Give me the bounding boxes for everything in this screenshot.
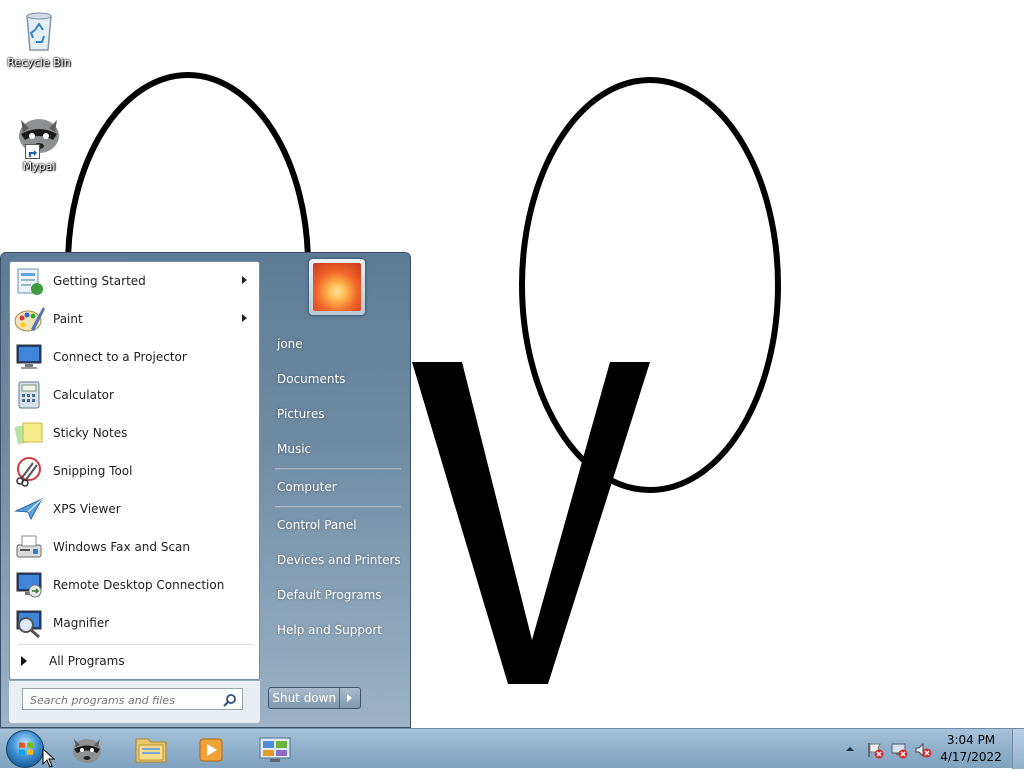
media-player-icon xyxy=(199,738,223,762)
explorer-taskbar-button[interactable] xyxy=(126,731,176,767)
start-menu: Getting Started Paint Connect to a Proje… xyxy=(0,252,411,728)
start-link-label: Default Programs xyxy=(277,588,382,602)
shortcut-arrow-icon xyxy=(25,144,40,159)
shutdown-control: Shut down xyxy=(268,687,361,709)
submenu-arrow-icon[interactable] xyxy=(242,314,247,322)
fax-scan-icon xyxy=(13,531,45,563)
start-item-snipping-tool[interactable]: Snipping Tool xyxy=(12,453,257,489)
start-item-label: XPS Viewer xyxy=(53,502,121,516)
volume-tray-icon[interactable] xyxy=(914,741,932,759)
programs-separator xyxy=(18,644,253,645)
chevron-up-icon xyxy=(846,747,854,751)
start-link-label: Devices and Printers xyxy=(277,553,401,567)
start-link-help-support[interactable]: Help and Support xyxy=(269,615,405,645)
all-programs-label: All Programs xyxy=(49,654,125,668)
sticky-notes-icon xyxy=(13,417,45,449)
show-hidden-icons-button[interactable] xyxy=(842,741,858,757)
start-item-remote-desktop[interactable]: Remote Desktop Connection xyxy=(12,567,257,603)
desktop-icon-recycle-bin[interactable]: Recycle Bin xyxy=(3,6,75,69)
desktop-icon-label: Recycle Bin xyxy=(7,56,71,69)
start-item-label: Remote Desktop Connection xyxy=(53,578,225,592)
start-link-pictures[interactable]: Pictures xyxy=(269,399,405,429)
start-link-devices-printers[interactable]: Devices and Printers xyxy=(269,545,405,575)
flag-error-icon xyxy=(868,743,884,759)
right-pane-separator xyxy=(275,506,401,508)
desktop-icon-label: Mypal xyxy=(22,160,56,173)
paint-icon xyxy=(13,303,45,335)
start-item-label: Snipping Tool xyxy=(53,464,133,478)
speaker-muted-icon xyxy=(915,742,932,758)
all-programs-button[interactable]: All Programs xyxy=(12,649,257,673)
start-item-label: Getting Started xyxy=(53,274,146,288)
remote-desktop-icon xyxy=(13,569,45,601)
right-pane-separator xyxy=(275,468,401,470)
start-link-label: Music xyxy=(277,442,312,456)
start-item-label: Sticky Notes xyxy=(53,426,128,440)
user-avatar-image xyxy=(313,263,361,311)
start-link-label: Computer xyxy=(277,480,337,494)
start-item-connect-projector[interactable]: Connect to a Projector xyxy=(12,339,257,375)
shutdown-button[interactable]: Shut down xyxy=(269,688,341,708)
start-item-calculator[interactable]: Calculator xyxy=(12,377,257,413)
taskbar: 3:04 PM 4/17/2022 xyxy=(0,728,1024,769)
recycle-bin-icon xyxy=(15,6,63,54)
start-link-music[interactable]: Music xyxy=(269,434,405,464)
start-link-label: Control Panel xyxy=(277,518,357,532)
getting-started-icon xyxy=(13,265,45,297)
start-link-control-panel[interactable]: Control Panel xyxy=(269,510,405,540)
shutdown-options-arrow-icon[interactable] xyxy=(340,688,360,708)
action-center-tray-icon[interactable] xyxy=(866,741,884,759)
start-item-label: Windows Fax and Scan xyxy=(53,540,191,554)
mouse-cursor-icon xyxy=(42,748,56,768)
search-input[interactable] xyxy=(28,690,222,711)
search-box[interactable] xyxy=(22,688,243,711)
user-picture[interactable] xyxy=(309,259,365,315)
start-item-magnifier[interactable]: Magnifier xyxy=(12,605,257,641)
taskbar-clock[interactable]: 3:04 PM 4/17/2022 xyxy=(940,732,1002,766)
network-tray-icon[interactable] xyxy=(890,741,908,759)
clock-time: 3:04 PM xyxy=(946,733,996,747)
show-desktop-button[interactable] xyxy=(1012,729,1024,769)
control-panel-taskbar-button[interactable] xyxy=(250,731,300,767)
calculator-icon xyxy=(13,379,45,411)
snipping-tool-icon xyxy=(13,455,45,487)
start-item-paint[interactable]: Paint xyxy=(12,301,257,337)
start-item-label: Calculator xyxy=(53,388,114,402)
start-link-default-programs[interactable]: Default Programs xyxy=(269,580,405,610)
start-item-label: Magnifier xyxy=(53,616,110,630)
start-link-documents[interactable]: Documents xyxy=(269,364,405,394)
start-item-label: Paint xyxy=(53,312,83,326)
start-button[interactable] xyxy=(6,730,44,768)
start-item-xps-viewer[interactable]: XPS Viewer xyxy=(12,491,257,527)
start-item-sticky-notes[interactable]: Sticky Notes xyxy=(12,415,257,451)
network-error-icon xyxy=(891,743,908,759)
folder-icon xyxy=(135,738,167,763)
mypal-taskbar-button[interactable] xyxy=(62,731,112,767)
mypal-icon xyxy=(73,739,101,763)
mypal-icon xyxy=(15,110,63,159)
start-link-label: Help and Support xyxy=(277,623,382,637)
search-icon[interactable] xyxy=(223,692,237,707)
magnifier-icon xyxy=(13,607,45,639)
submenu-arrow-icon[interactable] xyxy=(242,276,247,284)
start-link-label: Documents xyxy=(277,372,346,386)
start-link-label: jone xyxy=(277,337,303,351)
projector-icon xyxy=(13,341,45,373)
start-item-getting-started[interactable]: Getting Started xyxy=(12,263,257,299)
start-link-computer[interactable]: Computer xyxy=(269,472,405,502)
windows-logo-icon xyxy=(19,742,33,755)
xps-viewer-icon xyxy=(13,493,45,525)
all-programs-arrow-icon xyxy=(21,656,27,666)
start-item-fax-scan[interactable]: Windows Fax and Scan xyxy=(12,529,257,565)
start-link-label: Pictures xyxy=(277,407,325,421)
media-player-taskbar-button[interactable] xyxy=(186,731,236,767)
start-item-label: Connect to a Projector xyxy=(53,350,187,364)
clock-date: 4/17/2022 xyxy=(940,750,1002,764)
control-panel-icon xyxy=(259,737,291,762)
search-area xyxy=(9,681,260,723)
desktop-icon-mypal[interactable]: Mypal xyxy=(3,110,75,173)
start-link-user-folder[interactable]: jone xyxy=(269,329,405,359)
start-menu-programs-pane: Getting Started Paint Connect to a Proje… xyxy=(9,261,260,680)
